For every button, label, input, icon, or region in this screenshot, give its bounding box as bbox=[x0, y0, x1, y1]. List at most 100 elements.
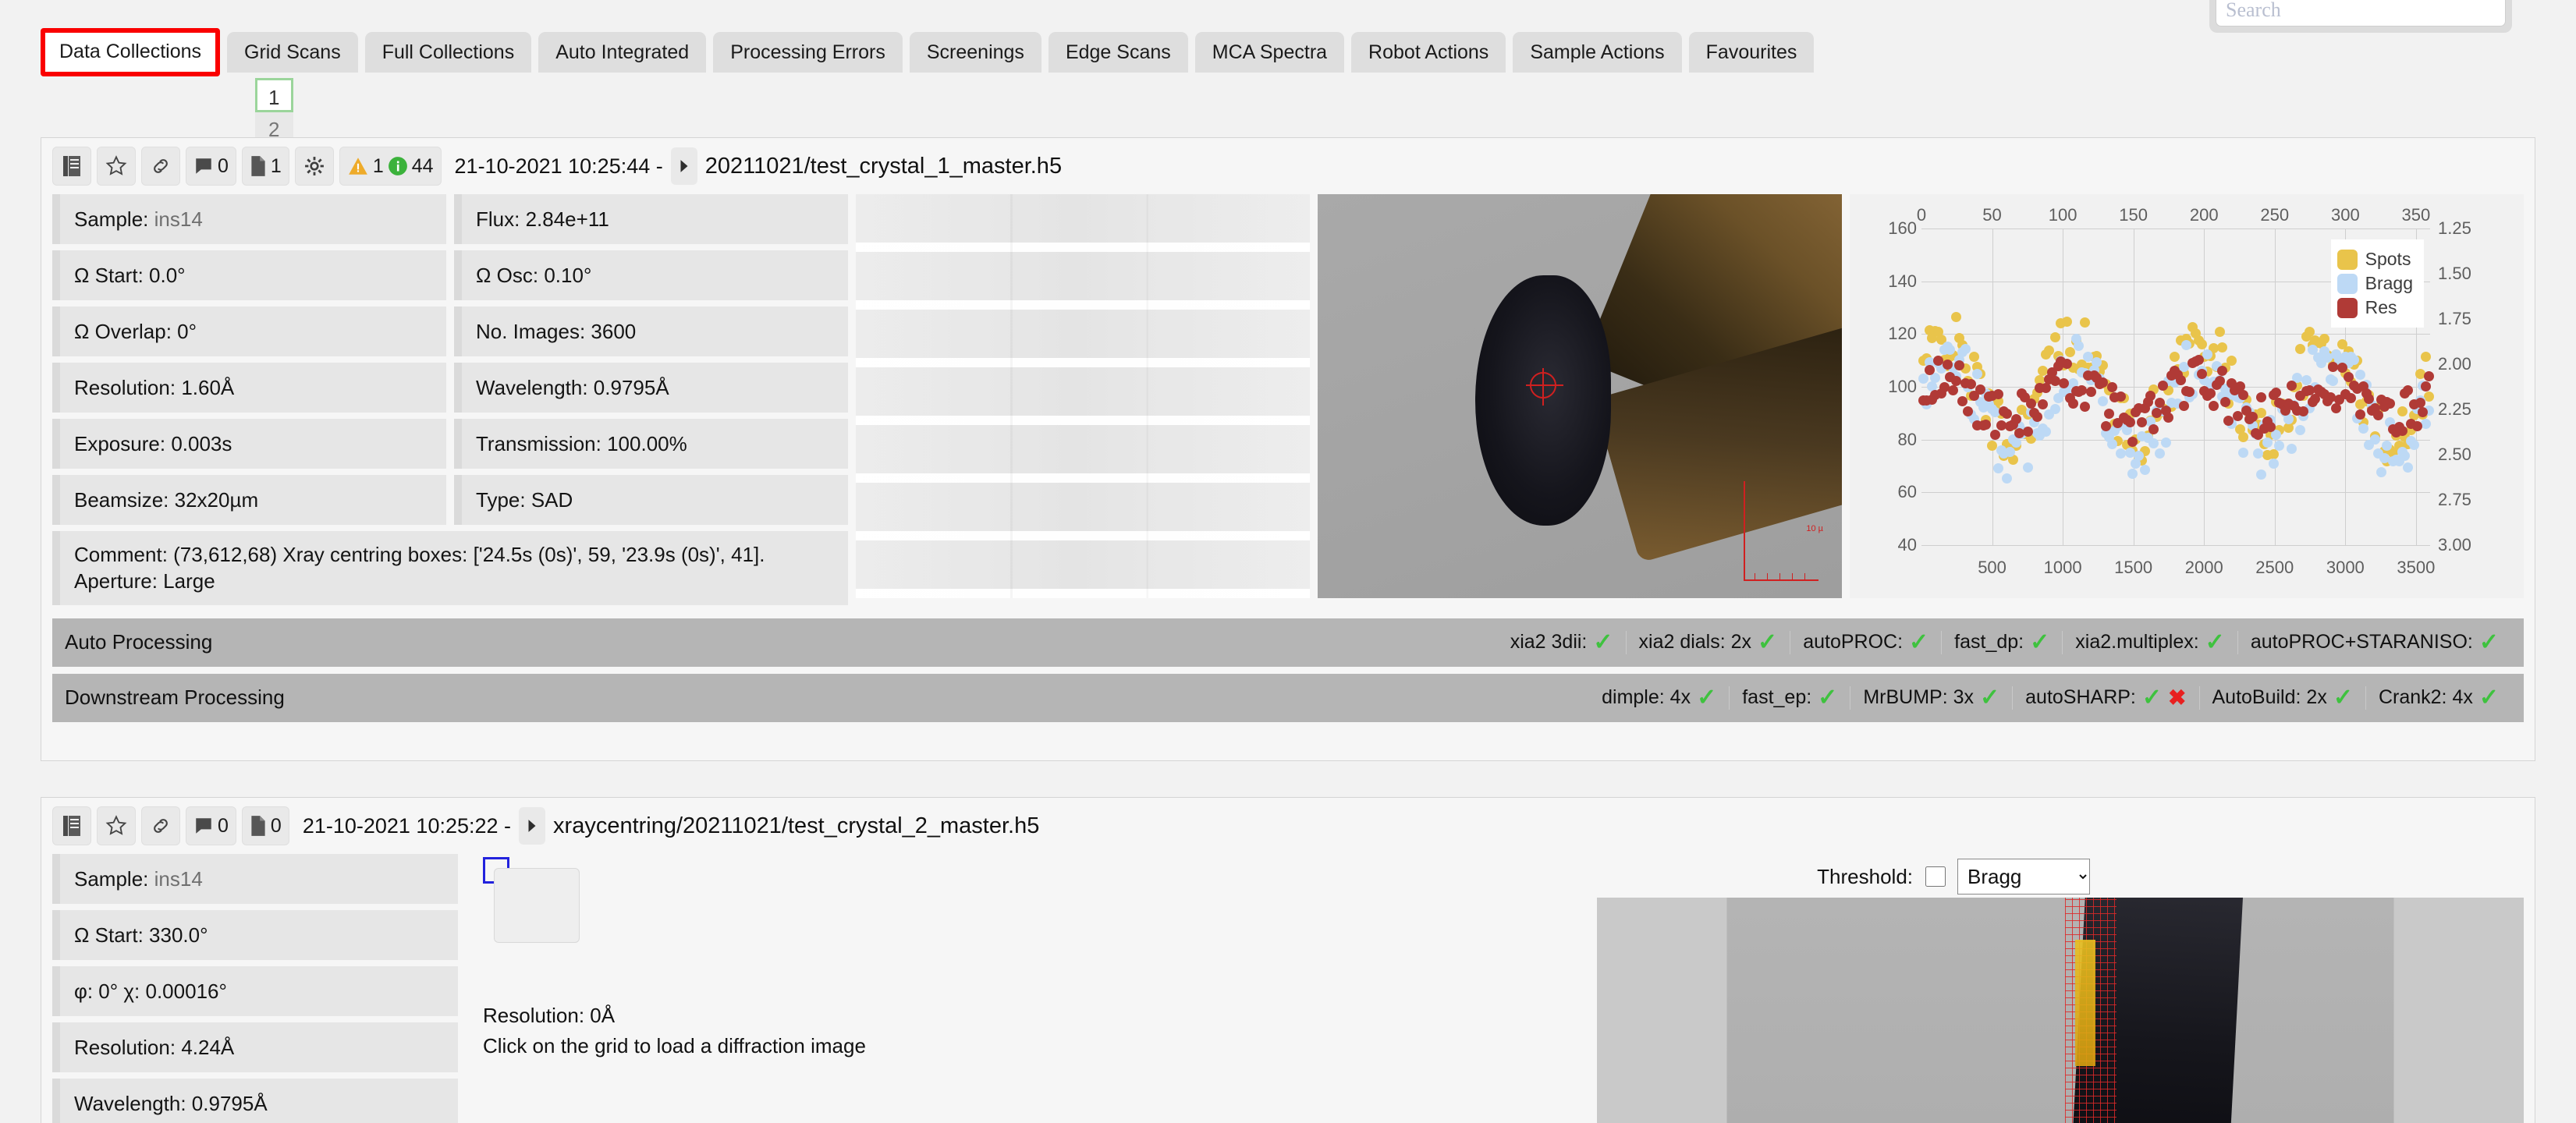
processing-item[interactable]: AutoBuild: 2x ✓ bbox=[2198, 685, 2365, 710]
chart-data-point bbox=[2127, 469, 2138, 480]
diffraction-image[interactable] bbox=[856, 194, 1310, 598]
processing-label: MrBUMP: 3x bbox=[1863, 686, 1974, 709]
processing-item[interactable]: fast_ep: ✓ bbox=[1729, 684, 1850, 710]
comments-icon[interactable]: 0 bbox=[186, 147, 236, 186]
chart-gridline bbox=[1921, 439, 2430, 441]
search-box[interactable] bbox=[2209, 0, 2512, 33]
processing-item[interactable]: MrBUMP: 3x ✓ bbox=[1850, 685, 2012, 710]
chart-data-point bbox=[2059, 377, 2070, 388]
page-number-button[interactable]: 1 bbox=[254, 78, 293, 112]
success-icon: ✓ bbox=[1818, 684, 1838, 710]
gear-icon[interactable] bbox=[294, 147, 334, 186]
chart-data-point bbox=[2196, 368, 2207, 379]
chart-data-point bbox=[2301, 374, 2312, 385]
notebook-icon[interactable] bbox=[52, 806, 91, 845]
tab-data-collections[interactable]: Data Collections bbox=[41, 28, 221, 76]
field-value: 1.60Å bbox=[181, 376, 235, 399]
tab-mca-spectra[interactable]: MCA Spectra bbox=[1194, 32, 1345, 73]
chart-data-point bbox=[1989, 430, 2000, 441]
y-axis-right-tick-label: 1.50 bbox=[2438, 263, 2471, 283]
tab-full-collections[interactable]: Full Collections bbox=[364, 32, 532, 73]
success-icon: ✓ bbox=[1909, 629, 1929, 655]
downstream-processing-items: dimple: 4x ✓ fast_ep: ✓ MrBUMP: 3x ✓ autoSHARP… bbox=[1589, 684, 2511, 710]
grid-status-text: Resolution: 0Å Click on the grid to load… bbox=[483, 1001, 866, 1061]
chart-data-point bbox=[2154, 448, 2165, 459]
chart-data-point bbox=[2064, 347, 2075, 358]
link-icon[interactable] bbox=[141, 806, 180, 845]
chart-data-point bbox=[2256, 469, 2267, 480]
chart-data-point bbox=[2403, 385, 2414, 396]
chart-data-point bbox=[2421, 352, 2432, 363]
legend-item[interactable]: Res bbox=[2336, 297, 2413, 318]
y-axis-right-tick-label: 2.00 bbox=[2438, 354, 2471, 374]
grid-map[interactable] bbox=[494, 868, 580, 943]
chart-data-point bbox=[2424, 391, 2435, 402]
field-cell: Flux: 2.84e+11 bbox=[454, 194, 848, 244]
files-icon[interactable]: 0 bbox=[241, 806, 289, 845]
comment-cell: Comment: (73,612,68) Xray centring boxes… bbox=[52, 531, 848, 605]
tab-edge-scans[interactable]: Edge Scans bbox=[1048, 32, 1188, 73]
tab-sample-actions[interactable]: Sample Actions bbox=[1513, 32, 1682, 73]
processing-item[interactable]: Crank2: 4x ✓ bbox=[2365, 685, 2511, 710]
tab-robot-actions[interactable]: Robot Actions bbox=[1351, 32, 1506, 73]
field-label: Resolution: bbox=[74, 1036, 176, 1059]
crystal-snapshot-image[interactable]: 10 µ bbox=[1318, 194, 1842, 598]
tab-screenings[interactable]: Screenings bbox=[909, 32, 1041, 73]
processing-item[interactable]: xia2 3dii: ✓ bbox=[1498, 630, 1626, 654]
data-collection-card: 0 0 21-10-2021 10:25:22 - xraycentring/2… bbox=[41, 797, 2535, 1123]
auto-processing-title: Auto Processing bbox=[65, 630, 213, 654]
status-counts[interactable]: 1 44 bbox=[339, 147, 442, 186]
chart-data-point bbox=[2139, 465, 2150, 476]
expand-arrow-icon[interactable] bbox=[670, 147, 697, 185]
tab-favourites[interactable]: Favourites bbox=[1688, 32, 1815, 73]
processing-item[interactable]: dimple: 4x ✓ bbox=[1589, 685, 1729, 710]
processing-item[interactable]: autoPROC+STARANISO: ✓ bbox=[2237, 630, 2511, 654]
y-axis-right-tick-label: 1.75 bbox=[2438, 308, 2471, 328]
chart-data-point bbox=[1951, 312, 1962, 323]
processing-item[interactable]: fast_dp: ✓ bbox=[1941, 630, 2062, 654]
chart-data-point bbox=[2134, 450, 2145, 461]
star-icon[interactable] bbox=[97, 147, 136, 186]
chart-data-point bbox=[1960, 343, 1971, 354]
tab-auto-integrated[interactable]: Auto Integrated bbox=[538, 32, 707, 73]
processing-label: xia2.multiplex: bbox=[2075, 631, 2199, 654]
spots-bragg-res-chart[interactable]: 500 1000 1500 2000 2500 3000 3500 0 50 100 150 200 2… bbox=[1850, 194, 2524, 598]
field-value: 0.9795Å bbox=[593, 376, 669, 399]
processing-item[interactable]: autoSHARP: ✓ ✖ bbox=[2012, 685, 2198, 710]
chart-data-point bbox=[2023, 462, 2034, 473]
processing-label: xia2 dials: 2x bbox=[1638, 631, 1752, 654]
grid-overlay-image[interactable] bbox=[1597, 898, 2524, 1123]
auto-processing-items: xia2 3dii: ✓ xia2 dials: 2x ✓ autoPROC: ✓ fast… bbox=[1498, 629, 2511, 655]
tab-grid-scans[interactable]: Grid Scans bbox=[227, 32, 358, 73]
tab-processing-errors[interactable]: Processing Errors bbox=[713, 32, 903, 73]
star-icon[interactable] bbox=[97, 806, 136, 845]
files-icon[interactable]: 1 bbox=[241, 147, 289, 186]
chart-data-point bbox=[2372, 409, 2383, 420]
chart-data-point bbox=[2175, 374, 2186, 385]
legend-label: Spots bbox=[2365, 249, 2411, 269]
expand-arrow-icon[interactable] bbox=[519, 807, 546, 845]
chart-data-point bbox=[2376, 466, 2386, 477]
chart-data-point bbox=[2238, 448, 2249, 459]
legend-item[interactable]: Spots bbox=[2336, 249, 2413, 270]
field-label: Ω Start: bbox=[74, 923, 144, 947]
downstream-processing-title: Downstream Processing bbox=[65, 685, 285, 710]
comments-icon[interactable]: 0 bbox=[186, 806, 236, 845]
threshold-type-select[interactable]: BraggSpotsResTotal bbox=[1957, 859, 2090, 895]
notebook-icon[interactable] bbox=[52, 147, 91, 186]
chart-data-point bbox=[1992, 389, 2003, 400]
processing-item[interactable]: autoPROC: ✓ bbox=[1790, 629, 1941, 655]
chart-data-point bbox=[2247, 411, 2258, 422]
legend-label: Res bbox=[2365, 297, 2397, 317]
field-label: Wavelength: bbox=[74, 1092, 186, 1115]
processing-item[interactable]: xia2 dials: 2x ✓ bbox=[1625, 630, 1790, 654]
threshold-checkbox[interactable] bbox=[1925, 866, 1946, 887]
field-label: Type: bbox=[476, 488, 526, 512]
grid-scan-area[interactable]: Resolution: 0Å Click on the grid to load… bbox=[466, 854, 2524, 1123]
field-value: 0° bbox=[177, 320, 197, 343]
processing-item[interactable]: xia2.multiplex: ✓ bbox=[2062, 630, 2237, 654]
chart-data-point bbox=[2286, 443, 2297, 454]
search-input[interactable] bbox=[2216, 0, 2506, 27]
legend-item[interactable]: Bragg bbox=[2336, 273, 2413, 294]
link-icon[interactable] bbox=[141, 147, 180, 186]
